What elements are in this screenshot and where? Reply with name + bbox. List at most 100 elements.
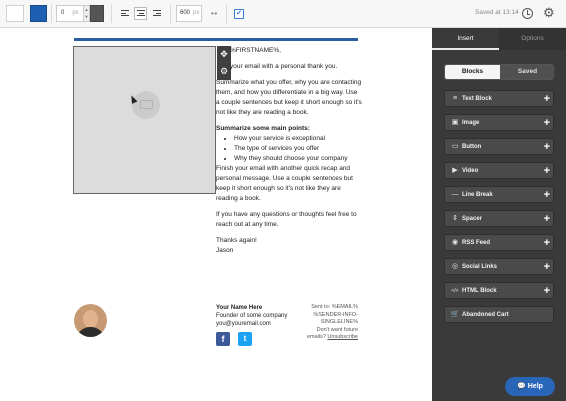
padding-value: 0 (61, 10, 65, 16)
block-rss-feed[interactable]: ◉ RSS Feed + (444, 234, 554, 251)
history-icon[interactable] (522, 8, 533, 19)
block-video[interactable]: ▶ Video + (444, 162, 554, 179)
points-list: How your service is exceptional The type… (234, 134, 362, 164)
block-label: Social Links (462, 264, 498, 270)
add-block-icon[interactable]: + (544, 139, 550, 155)
width-value: 600 (180, 10, 191, 16)
rss-icon: ◉ (451, 239, 459, 246)
tab-insert[interactable]: Insert (432, 28, 499, 50)
help-button[interactable]: 💬 Help (505, 377, 555, 396)
block-text[interactable]: ≡ Text Block + (444, 90, 554, 107)
sender-name: Jason (216, 247, 234, 254)
footer-dont-want: Don't want future (316, 326, 358, 333)
block-image[interactable]: ▣ Image + (444, 114, 554, 131)
add-block-icon[interactable]: + (544, 91, 550, 107)
toolbar-divider (51, 4, 52, 23)
tab-options[interactable]: Options (499, 28, 566, 50)
option-checkbox[interactable]: ✔ (234, 9, 244, 19)
block-label: RSS Feed (462, 240, 491, 246)
html-code-icon: </> (451, 288, 459, 294)
align-center-icon (137, 10, 145, 18)
insert-panel: Insert Options Blocks Saved ≡ Text Block… (432, 28, 566, 401)
image-placeholder[interactable] (73, 46, 216, 194)
signature-block[interactable]: Your Name Here Founder of some company y… (216, 304, 287, 328)
recap-paragraph: Finish your email with another quick rec… (216, 165, 353, 202)
image-placeholder-badge (132, 91, 160, 119)
add-block-icon[interactable]: + (544, 235, 550, 251)
block-label: Image (462, 120, 480, 126)
cart-icon: 🛒 (450, 311, 460, 318)
block-social-links[interactable]: ◎ Social Links + (444, 258, 554, 275)
footer-sender-info: SINGLELINE% (320, 319, 358, 325)
spacer-icon: ⇕ (452, 215, 458, 222)
block-label: Abandoned Cart (462, 312, 509, 318)
block-abandoned-cart[interactable]: 🛒 Abandoned Cart (444, 306, 554, 323)
signature-email: you@youremail.com (216, 321, 271, 327)
twitter-icon[interactable]: t (238, 332, 252, 346)
align-left-icon (121, 10, 129, 18)
background-color-swatch[interactable] (6, 5, 24, 22)
add-block-icon[interactable]: + (544, 283, 550, 299)
thanks-line: Thanks again! (216, 237, 257, 244)
image-block-icon: ▣ (451, 119, 459, 126)
stepper-down-icon[interactable]: ▼ (84, 13, 89, 20)
signature-title: Founder of some company (216, 313, 288, 319)
facebook-icon[interactable]: f (216, 332, 230, 346)
saved-tab[interactable]: Saved (500, 65, 553, 79)
footer-emails: emails? (306, 334, 326, 340)
footer-sent-to: Sent to: %EMAIL% (311, 304, 358, 310)
panel-tabs: Insert Options (432, 28, 566, 50)
full-width-icon[interactable]: ↔ (208, 5, 220, 22)
align-right-icon (153, 10, 161, 18)
summary-paragraph: Summarize what you offer, why you are co… (216, 79, 362, 116)
block-html[interactable]: </> HTML Block + (444, 282, 554, 299)
footer-sender-info: %SENDER-INFO- (313, 311, 358, 318)
button-block-icon: ▭ (451, 143, 459, 150)
saved-status: Saved at 13:14 (475, 9, 519, 16)
image-icon (140, 100, 153, 109)
questions-paragraph: If you have any questions or thoughts fe… (216, 211, 357, 228)
email-canvas: ✥ ⚙ %FIRSTNAME%, your email with a perso… (0, 28, 432, 401)
settings-gear-icon[interactable]: ⚙ (543, 6, 555, 20)
accent-color-swatch[interactable] (30, 5, 47, 22)
list-item: How your service is exceptional (234, 134, 362, 144)
stepper-up-icon[interactable]: ▲ (84, 6, 89, 13)
block-button[interactable]: ▭ Button + (444, 138, 554, 155)
block-line-break[interactable]: — Line Break + (444, 186, 554, 203)
toolbar-divider (226, 4, 227, 23)
add-block-icon[interactable]: + (544, 187, 550, 203)
chat-bubble-icon: 💬 (517, 383, 526, 390)
toolbar-divider (111, 4, 112, 23)
add-block-icon[interactable]: + (544, 211, 550, 227)
block-label: Spacer (462, 216, 483, 222)
unsubscribe-link[interactable]: Unsubscribe (327, 334, 358, 340)
greeting: %FIRSTNAME%, (230, 47, 281, 54)
blocks-tab[interactable]: Blocks (445, 65, 500, 79)
width-input[interactable]: 600 px (176, 5, 202, 22)
border-color-swatch[interactable] (90, 5, 104, 22)
email-body-text[interactable]: %FIRSTNAME%, your email with a personal … (216, 46, 362, 256)
block-label: Button (462, 144, 482, 150)
padding-unit: px (72, 10, 79, 16)
add-block-icon[interactable]: + (544, 115, 550, 131)
block-label: Video (462, 168, 479, 174)
list-item: Why they should choose your company (234, 154, 362, 164)
intro-line: your email with a personal thank you. (230, 63, 338, 70)
social-links-icon: ◎ (451, 263, 459, 270)
blocks-saved-toggle: Blocks Saved (444, 64, 554, 80)
add-block-icon[interactable]: + (544, 259, 550, 275)
block-label: Line Break (462, 192, 493, 198)
align-right-button[interactable] (150, 7, 163, 20)
text-block-icon: ≡ (452, 95, 458, 102)
points-heading: Summarize some main points: (216, 125, 310, 132)
add-block-icon[interactable]: + (544, 163, 550, 179)
align-left-button[interactable] (118, 7, 131, 20)
block-label: Text Block (462, 96, 492, 102)
align-center-button[interactable] (134, 7, 147, 20)
block-spacer[interactable]: ⇕ Spacer + (444, 210, 554, 227)
width-unit: px (193, 10, 200, 16)
toolbar-divider (170, 4, 171, 23)
signature-name: Your Name Here (216, 305, 263, 311)
padding-input[interactable]: 0 px (56, 5, 84, 22)
editor-toolbar: 0 px ▲ ▼ 600 px ↔ ✔ Saved at 13:14 ⚙ (0, 0, 566, 28)
